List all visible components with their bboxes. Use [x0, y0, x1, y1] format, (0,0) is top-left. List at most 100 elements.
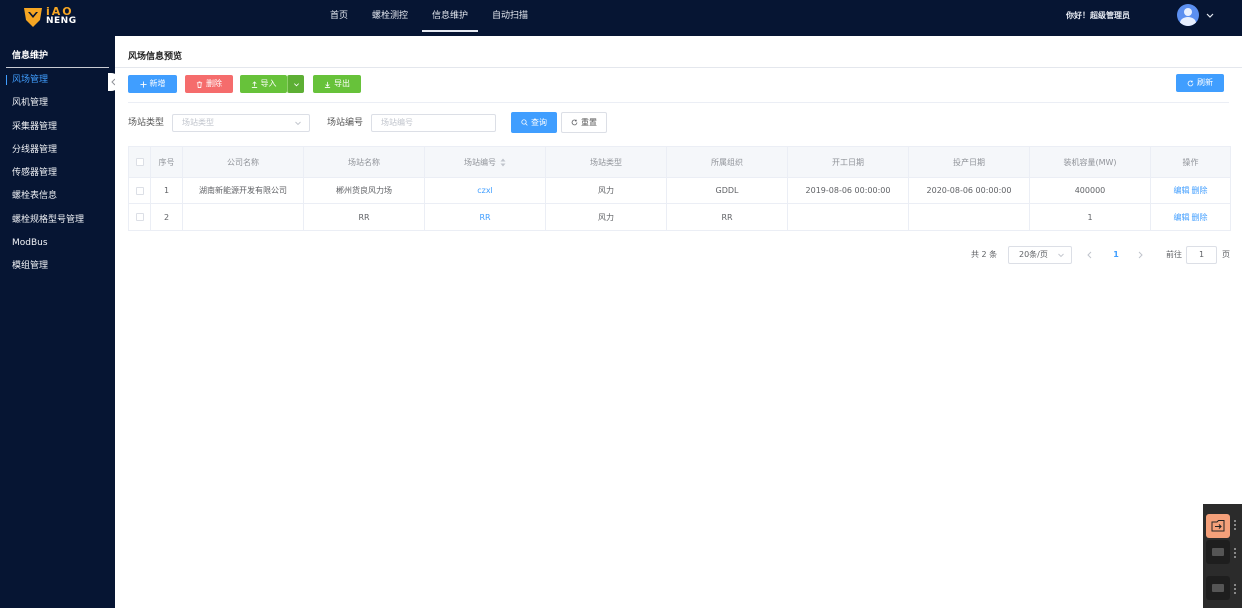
tool-icon: [1212, 584, 1224, 592]
tool-button[interactable]: [1206, 576, 1230, 600]
logo-text-main: NENG: [46, 16, 77, 26]
more-dots-icon[interactable]: [1234, 548, 1237, 558]
nav-info-maintenance[interactable]: 信息维护: [420, 0, 480, 36]
user-greeting: 你好！超级管理员: [1066, 11, 1130, 20]
more-dots-icon[interactable]: [1234, 584, 1237, 594]
upload-icon: [251, 80, 257, 88]
sort-icon[interactable]: [500, 158, 506, 167]
current-page[interactable]: 1: [1109, 246, 1123, 264]
delete-link[interactable]: 删除: [1192, 212, 1208, 223]
page-size-value: 20条/页: [1019, 250, 1048, 259]
user-avatar[interactable]: [1177, 4, 1199, 26]
add-button[interactable]: 新增: [128, 75, 177, 93]
col-actions: 操作: [1182, 157, 1199, 167]
refresh-icon: [1187, 80, 1194, 86]
sidebar-item-modbus[interactable]: ModBus: [0, 235, 115, 258]
sidebar-menu: 风场管理 风机管理 采集器管理 分线器管理 传感器管理 螺栓表信息 螺栓规格型号…: [0, 72, 115, 282]
import-dropdown-button[interactable]: [287, 75, 304, 93]
goto-label: 前往: [1166, 250, 1182, 259]
col-station-code-label: 场站编号: [464, 157, 496, 167]
brand-logo[interactable]: iAO NENG: [22, 4, 84, 32]
sidebar-item-splitter[interactable]: 分线器管理: [0, 142, 115, 165]
chevron-down-icon[interactable]: [1204, 9, 1216, 21]
next-page-icon[interactable]: [1136, 250, 1144, 260]
toolbar-divider: [128, 102, 1229, 103]
header-select-all[interactable]: [129, 147, 151, 177]
download-icon: [324, 81, 331, 88]
cell-operation-date: 2020-08-06 00:00:00: [909, 178, 1030, 203]
col-capacity: 装机容量(MW): [1030, 147, 1151, 177]
nav-auto-scan[interactable]: 自动扫描: [480, 0, 540, 36]
top-nav: 首页 螺栓测控 信息维护 自动扫描: [318, 0, 540, 36]
station-code-label: 场站编号: [327, 118, 364, 128]
sidebar-item-sensor[interactable]: 传感器管理: [0, 165, 115, 188]
refresh-icon: [571, 119, 578, 126]
sidebar-title: 信息维护: [12, 51, 49, 61]
chevron-down-icon: [295, 121, 301, 126]
arrow-right-icon: [1211, 520, 1225, 532]
tool-icon: [1212, 548, 1224, 556]
arrow-right-button[interactable]: [1206, 514, 1230, 538]
nav-bolt-monitor[interactable]: 螺栓测控: [360, 0, 420, 36]
import-button[interactable]: 导入: [240, 75, 287, 93]
nav-home[interactable]: 首页: [318, 0, 360, 36]
checkbox[interactable]: [135, 213, 144, 221]
station-code-input[interactable]: 场站编号: [371, 114, 496, 132]
goto-page-input[interactable]: 1: [1186, 246, 1217, 264]
tool-button[interactable]: [1206, 540, 1230, 564]
page-size-select[interactable]: 20条/页: [1008, 246, 1072, 264]
page-unit-label: 页: [1222, 250, 1230, 259]
refresh-button[interactable]: 刷新: [1176, 74, 1224, 92]
export-button[interactable]: 导出: [313, 75, 361, 93]
sidebar-item-collector[interactable]: 采集器管理: [0, 119, 115, 142]
cell-index: 2: [151, 204, 183, 230]
checkbox[interactable]: [135, 158, 144, 166]
sidebar-item-bolt-table[interactable]: 螺栓表信息: [0, 188, 115, 211]
sidebar-item-wind-farm[interactable]: 风场管理: [0, 72, 115, 95]
cell-station-code-link[interactable]: czxl: [425, 178, 546, 203]
cell-actions: 编辑 删除: [1151, 204, 1230, 230]
delete-button-label: 删除: [206, 79, 222, 88]
col-company: 公司名称: [183, 147, 304, 177]
delete-link[interactable]: 删除: [1192, 185, 1208, 196]
checkbox[interactable]: [135, 186, 144, 195]
search-icon: [521, 119, 528, 126]
page-title: 风场信息预览: [128, 52, 183, 62]
import-button-label: 导入: [260, 79, 277, 88]
chevron-down-icon: [293, 82, 299, 86]
col-operation-date: 投产日期: [909, 147, 1030, 177]
cell-station-code-link[interactable]: RR: [425, 204, 546, 230]
row-select[interactable]: [129, 178, 151, 203]
cell-organization: GDDL: [667, 178, 788, 203]
cell-start-date: 2019-08-06 00:00:00: [788, 178, 909, 203]
station-type-label: 场站类型: [128, 118, 165, 128]
pagination-total: 共 2 条: [971, 250, 998, 259]
sidebar-item-turbine[interactable]: 风机管理: [0, 95, 115, 118]
sidebar-item-module[interactable]: 模组管理: [0, 258, 115, 281]
more-dots-icon[interactable]: [1234, 520, 1237, 530]
table-row: 1 湖南新能源开发有限公司 郴州货良风力场 czxl 风力 GDDL 2019-…: [129, 178, 1230, 204]
row-select[interactable]: [129, 204, 151, 230]
wind-farm-table: 序号 公司名称 场站名称 场站编号 场站类型 所属组织 开工日期 投产日期 装机…: [128, 146, 1231, 231]
sidebar-divider: [6, 67, 109, 68]
prev-page-icon[interactable]: [1086, 250, 1094, 260]
refresh-button-label: 刷新: [1197, 78, 1213, 87]
add-button-label: 新增: [149, 79, 166, 88]
cell-station-type: 风力: [546, 204, 667, 230]
cell-operation-date: [909, 204, 1030, 230]
query-button-label: 查询: [531, 117, 547, 127]
avatar-head: [1184, 8, 1192, 16]
table-header: 序号 公司名称 场站名称 场站编号 场站类型 所属组织 开工日期 投产日期 装机…: [129, 147, 1230, 178]
main-content: 风场信息预览 新增 删除 导入 导出 刷新 场站类型 场站类型 场站编号 场站编…: [115, 36, 1242, 608]
chevron-down-icon: [1058, 253, 1064, 258]
col-station-code[interactable]: 场站编号: [425, 147, 546, 177]
reset-button[interactable]: 重置: [561, 112, 607, 133]
edit-link[interactable]: 编辑: [1174, 212, 1190, 223]
edit-link[interactable]: 编辑: [1174, 185, 1190, 196]
query-button[interactable]: 查询: [511, 112, 557, 133]
cell-company: [183, 204, 304, 230]
station-type-select[interactable]: 场站类型: [172, 114, 310, 132]
plus-icon: [139, 80, 147, 88]
delete-button[interactable]: 删除: [185, 75, 233, 93]
sidebar-item-bolt-spec[interactable]: 螺栓规格型号管理: [0, 212, 115, 235]
